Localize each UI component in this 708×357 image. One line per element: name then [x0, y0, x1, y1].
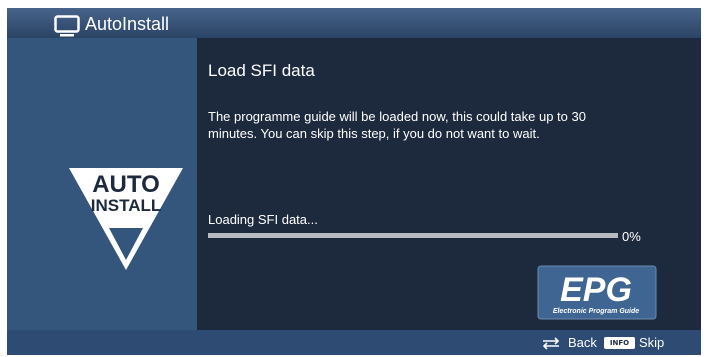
swap-arrows-icon[interactable]: [540, 337, 562, 350]
title-bar: AutoInstall: [7, 8, 701, 38]
autoinstall-logo: AUTO INSTALL: [69, 168, 183, 270]
logo-auto-text: AUTO: [92, 171, 160, 198]
left-panel: AUTO INSTALL: [7, 38, 197, 330]
info-message: The programme guide will be loaded now, …: [208, 109, 586, 141]
window-title: AutoInstall: [85, 14, 170, 34]
info-key-badge[interactable]: INFO: [604, 337, 635, 349]
epg-logo-title: EPG: [560, 271, 632, 309]
progress-percent: 0%: [622, 229, 641, 244]
tv-icon: [54, 15, 80, 37]
screen: AutoInstall AUTO INSTALL Load SFI data T…: [7, 8, 701, 355]
page-heading: Load SFI data: [208, 61, 315, 80]
main-content: Load SFI data The programme guide will b…: [197, 38, 701, 330]
loading-status: Loading SFI data...: [208, 212, 318, 227]
epg-logo-subtitle: Electronic Program Guide: [553, 308, 639, 315]
epg-logo: EPG Electronic Program Guide: [537, 265, 657, 320]
skip-button[interactable]: Skip: [639, 334, 664, 351]
back-button[interactable]: Back: [568, 334, 597, 351]
logo-install-text: INSTALL: [91, 196, 162, 215]
progress-bar: [208, 233, 618, 238]
footer-bar: Back INFO Skip: [7, 330, 701, 355]
